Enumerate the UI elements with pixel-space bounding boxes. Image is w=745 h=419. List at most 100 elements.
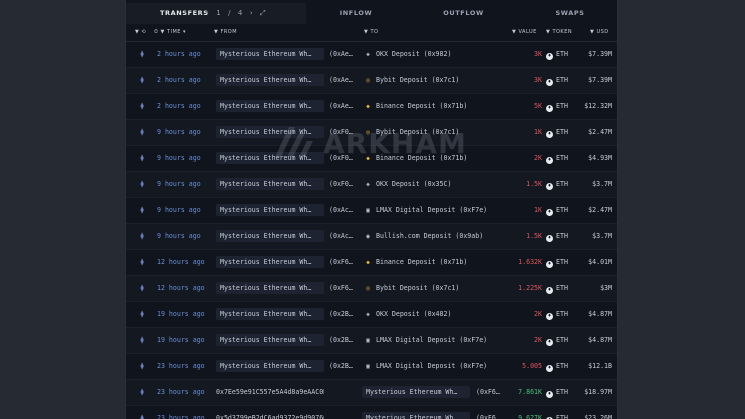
row-to-entity[interactable]: ◉ Bullish.com Deposit (0x9ab) bbox=[364, 232, 514, 240]
row-time-link[interactable]: 9 hours ago bbox=[157, 180, 211, 188]
expand-icon[interactable]: ⤢ bbox=[260, 9, 266, 17]
row-time-link[interactable]: 12 hours ago bbox=[157, 284, 211, 292]
row-from-entity[interactable]: Mysterious Ethereum Wh… bbox=[216, 256, 324, 268]
row-to-entity[interactable]: ◆ Binance Deposit (0x71b) bbox=[364, 258, 514, 266]
row-token[interactable]: ♦ETH bbox=[546, 414, 576, 419]
row-time-link[interactable]: 19 hours ago bbox=[157, 336, 211, 344]
row-token[interactable]: ♦ETH bbox=[546, 388, 576, 398]
row-from-address[interactable]: 0x5d3799eB2dC6ad9372e9d907605… bbox=[216, 412, 324, 419]
row-time-link[interactable]: 2 hours ago bbox=[157, 76, 211, 84]
table-row[interactable]: ⧫ 23 hours ago 0x5d3799eB2dC6ad9372e9d9076… bbox=[126, 406, 617, 419]
row-token[interactable]: ♦ETH bbox=[546, 76, 576, 86]
row-time-link[interactable]: 23 hours ago bbox=[157, 388, 211, 396]
row-time-link[interactable]: 9 hours ago bbox=[157, 154, 211, 162]
row-to-entity[interactable]: ◈ OKX Deposit (0x35C) bbox=[364, 180, 514, 188]
row-token[interactable]: ♦ETH bbox=[546, 50, 576, 60]
row-time-link[interactable]: 19 hours ago bbox=[157, 310, 211, 318]
row-from-address[interactable]: (0xAe… bbox=[329, 76, 359, 84]
row-to-entity[interactable]: ◎ Bybit Deposit (0x7c1) bbox=[364, 284, 514, 292]
row-from-entity[interactable]: Mysterious Ethereum Wh… bbox=[216, 282, 324, 294]
row-from-address[interactable]: (0x2B… bbox=[329, 336, 359, 344]
row-from-entity[interactable]: Mysterious Ethereum Wh… bbox=[216, 334, 324, 346]
transfer-type-icon: ⧫ bbox=[140, 232, 145, 240]
row-time-link[interactable]: 9 hours ago bbox=[157, 232, 211, 240]
row-token[interactable]: ♦ETH bbox=[546, 232, 576, 242]
row-from-address[interactable]: (0xAe… bbox=[329, 102, 359, 110]
filter-icon[interactable]: ▼ ⟲ bbox=[135, 29, 146, 35]
table-row[interactable]: ⧫ 19 hours ago Mysterious Ethereum Wh… (0x2… bbox=[126, 302, 617, 328]
tab-inflow[interactable]: INFLOW bbox=[306, 3, 406, 24]
row-to-entity[interactable]: ▣ LMAX Digital Deposit (0xF7e) bbox=[364, 362, 514, 370]
row-from-entity[interactable]: Mysterious Ethereum Wh… bbox=[216, 204, 324, 216]
table-row[interactable]: ⧫ 23 hours ago Mysterious Ethereum Wh… (0x2… bbox=[126, 354, 617, 380]
row-from-address[interactable]: (0x2B… bbox=[329, 310, 359, 318]
row-from-entity[interactable]: Mysterious Ethereum Wh… bbox=[216, 308, 324, 320]
row-token[interactable]: ♦ETH bbox=[546, 102, 576, 112]
tab-transfers[interactable]: TRANSFERS ‹ 1 / 4 › ⤢ bbox=[126, 3, 306, 24]
table-row[interactable]: ⧫ 2 hours ago Mysterious Ethereum Wh… (0xAe… bbox=[126, 68, 617, 94]
row-from-address[interactable]: (0xF0… bbox=[329, 180, 359, 188]
row-token[interactable]: ♦ETH bbox=[546, 206, 576, 216]
tab-swaps[interactable]: SWAPS bbox=[521, 3, 617, 24]
row-from-entity[interactable]: Mysterious Ethereum Wh… bbox=[216, 230, 324, 242]
transfer-type-icon: ⧫ bbox=[140, 258, 145, 266]
row-to-address[interactable]: (0xF6… bbox=[476, 388, 502, 396]
row-token[interactable]: ♦ETH bbox=[546, 258, 576, 268]
table-row[interactable]: ⧫ 2 hours ago Mysterious Ethereum Wh… (0xAe… bbox=[126, 94, 617, 120]
row-token[interactable]: ♦ETH bbox=[546, 336, 576, 346]
row-to-entity[interactable]: ▣ LMAX Digital Deposit (0xF7e) bbox=[364, 206, 514, 214]
row-from-entity[interactable]: Mysterious Ethereum Wh… bbox=[216, 48, 324, 60]
row-to-address[interactable]: (0xF6… bbox=[476, 414, 502, 419]
row-time-link[interactable]: 23 hours ago bbox=[157, 362, 211, 370]
table-row[interactable]: ⧫ 2 hours ago Mysterious Ethereum Wh… (0xAe… bbox=[126, 42, 617, 68]
row-token[interactable]: ♦ETH bbox=[546, 362, 576, 372]
row-to-entity[interactable]: ◈ OKX Deposit (0x982) bbox=[364, 50, 514, 58]
row-from-address[interactable]: (0xAe… bbox=[329, 50, 359, 58]
row-from-address[interactable]: (0xAc… bbox=[329, 206, 359, 214]
tab-outflow[interactable]: OUTFLOW bbox=[406, 3, 521, 24]
row-time-link[interactable]: 23 hours ago bbox=[157, 414, 211, 419]
row-from-entity[interactable]: Mysterious Ethereum Wh… bbox=[216, 360, 324, 372]
row-token[interactable]: ♦ETH bbox=[546, 180, 576, 190]
table-row[interactable]: ⧫ 9 hours ago Mysterious Ethereum Wh… (0xF0… bbox=[126, 172, 617, 198]
row-from-address[interactable]: (0xF6… bbox=[329, 258, 359, 266]
row-from-address[interactable]: (0xF6… bbox=[329, 284, 359, 292]
column-time[interactable]: ⏱ ▼ TIME ▾ bbox=[154, 29, 186, 35]
table-row[interactable]: ⧫ 9 hours ago Mysterious Ethereum Wh… (0xAc… bbox=[126, 224, 617, 250]
row-token[interactable]: ♦ETH bbox=[546, 154, 576, 164]
column-value[interactable]: ▼ VALUE bbox=[512, 29, 537, 35]
row-time-link[interactable]: 9 hours ago bbox=[157, 206, 211, 214]
row-from-entity[interactable]: Mysterious Ethereum Wh… bbox=[216, 178, 324, 190]
row-time-link[interactable]: 2 hours ago bbox=[157, 102, 211, 110]
row-token[interactable]: ♦ETH bbox=[546, 284, 576, 294]
table-row[interactable]: ⧫ 19 hours ago Mysterious Ethereum Wh… (0x2… bbox=[126, 328, 617, 354]
row-to-entity[interactable]: Mysterious Ethereum Wh… bbox=[362, 412, 470, 419]
row-time-link[interactable]: 12 hours ago bbox=[157, 258, 211, 266]
row-token-label: ETH bbox=[556, 102, 568, 110]
row-to-entity[interactable]: Mysterious Ethereum Wh… bbox=[362, 386, 470, 398]
row-to-entity[interactable]: ◆ Binance Deposit (0x71b) bbox=[364, 102, 514, 110]
row-time-link[interactable]: 2 hours ago bbox=[157, 50, 211, 58]
column-from[interactable]: ▼ FROM bbox=[214, 29, 237, 35]
row-from-entity[interactable]: Mysterious Ethereum Wh… bbox=[216, 100, 324, 112]
tab-bar: TRANSFERS ‹ 1 / 4 › ⤢ INFLOW OUTFLOW SWA… bbox=[126, 3, 617, 24]
row-to-entity[interactable]: ◈ OKX Deposit (0x482) bbox=[364, 310, 514, 318]
row-from-address[interactable]: 0x7Ee59e91C557e5A4d8a9eAAC0BEF… bbox=[216, 386, 324, 398]
pager-prev-icon[interactable]: ‹ bbox=[206, 9, 209, 17]
column-usd[interactable]: ▼ USD bbox=[590, 29, 609, 35]
row-token[interactable]: ♦ETH bbox=[546, 128, 576, 138]
column-token[interactable]: ▼ TOKEN bbox=[546, 29, 572, 35]
table-row[interactable]: ⧫ 12 hours ago Mysterious Ethereum Wh… (0xF… bbox=[126, 250, 617, 276]
row-to-entity[interactable]: ◎ Bybit Deposit (0x7c1) bbox=[364, 76, 514, 84]
row-to-entity[interactable]: ▣ LMAX Digital Deposit (0xF7e) bbox=[364, 336, 514, 344]
row-time-link[interactable]: 9 hours ago bbox=[157, 128, 211, 136]
pager-next-icon[interactable]: › bbox=[250, 9, 253, 17]
row-token[interactable]: ♦ETH bbox=[546, 310, 576, 320]
row-from-address[interactable]: (0x2B… bbox=[329, 362, 359, 370]
table-row[interactable]: ⧫ 12 hours ago Mysterious Ethereum Wh… (0xF… bbox=[126, 276, 617, 302]
row-from-address[interactable]: (0xAc… bbox=[329, 232, 359, 240]
column-to[interactable]: ▼ TO bbox=[364, 29, 378, 35]
table-row[interactable]: ⧫ 9 hours ago Mysterious Ethereum Wh… (0xAc… bbox=[126, 198, 617, 224]
table-row[interactable]: ⧫ 23 hours ago 0x7Ee59e91C557e5A4d8a9eAAC0… bbox=[126, 380, 617, 406]
row-from-entity[interactable]: Mysterious Ethereum Wh… bbox=[216, 74, 324, 86]
